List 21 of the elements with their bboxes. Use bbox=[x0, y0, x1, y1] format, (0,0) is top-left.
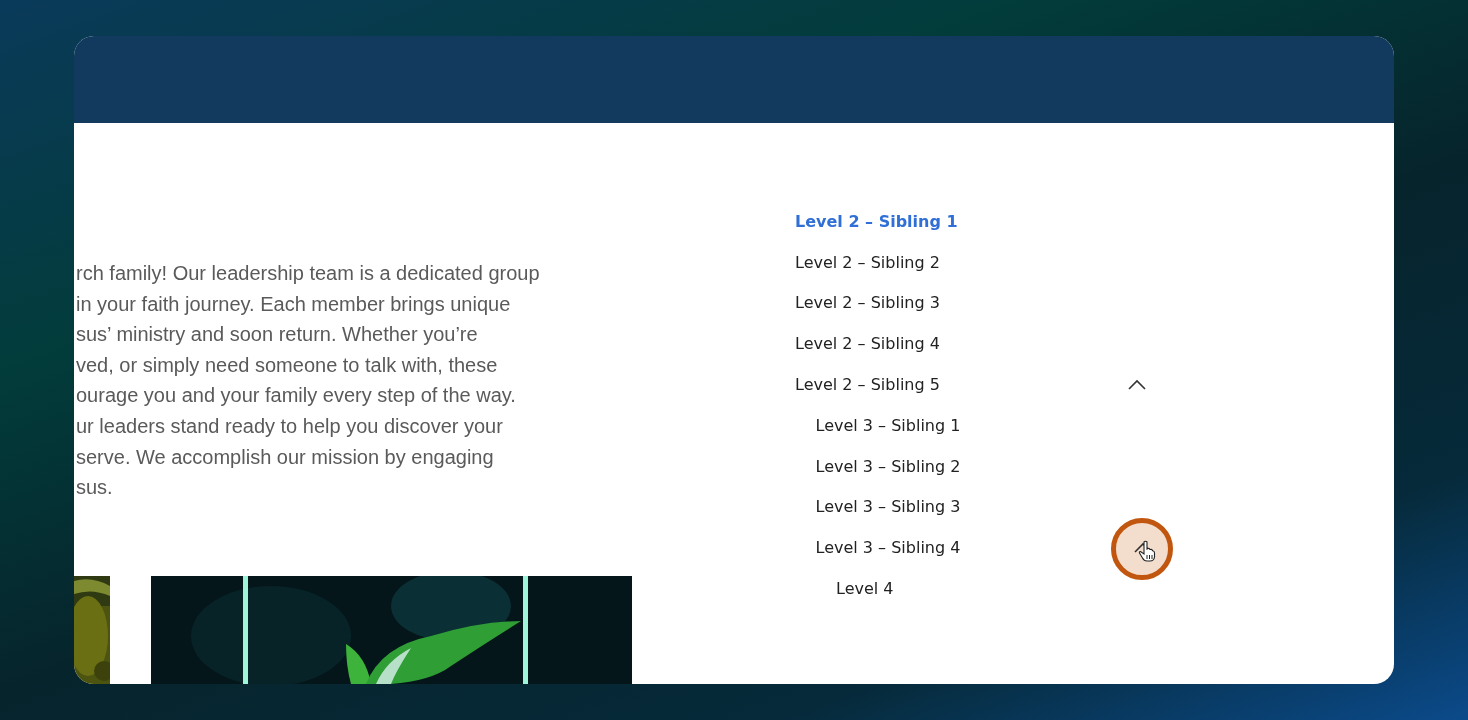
paragraph-line: in your faith journey. Each member brings unique bbox=[76, 291, 512, 317]
nav-link[interactable]: Level 3 – Sibling 2 bbox=[815, 456, 961, 476]
paragraph-line: sus. bbox=[76, 475, 114, 501]
nav-link[interactable]: Level 3 – Sibling 4 bbox=[815, 538, 961, 558]
nav-link[interactable]: Level 4 bbox=[836, 579, 894, 599]
nav-link[interactable]: Level 3 – Sibling 1 bbox=[815, 415, 961, 435]
paragraph-line: ourage you and your family every step of the way. bbox=[76, 383, 517, 409]
hand-cursor-icon bbox=[1138, 539, 1156, 562]
paragraph-line: serve. We accomplish our mission by engaging bbox=[76, 444, 495, 470]
chevron-up-icon bbox=[1127, 378, 1147, 391]
nav-link[interactable]: Level 2 – Sibling 3 bbox=[795, 293, 940, 313]
nav-link[interactable]: Level 2 – Sibling 4 bbox=[795, 334, 940, 354]
paragraph-line: sus’ ministry and soon return. Whether you’re bbox=[76, 322, 479, 348]
paragraph-line: ur leaders stand ready to help you discover your bbox=[76, 413, 504, 439]
nav-link[interactable]: Level 3 – Sibling 3 bbox=[815, 497, 961, 517]
nav-link[interactable]: Level 2 – Sibling 2 bbox=[795, 252, 940, 272]
nav-link[interactable]: Level 2 – Sibling 1 bbox=[795, 211, 958, 231]
paragraph-line: ved, or simply need someone to talk with, these bbox=[76, 352, 499, 378]
collapse-button[interactable] bbox=[1127, 378, 1147, 391]
nav-link[interactable]: Level 2 – Sibling 5 bbox=[795, 375, 940, 395]
paragraph-line: rch family! Our leadership team is a dedicated group bbox=[76, 261, 541, 286]
